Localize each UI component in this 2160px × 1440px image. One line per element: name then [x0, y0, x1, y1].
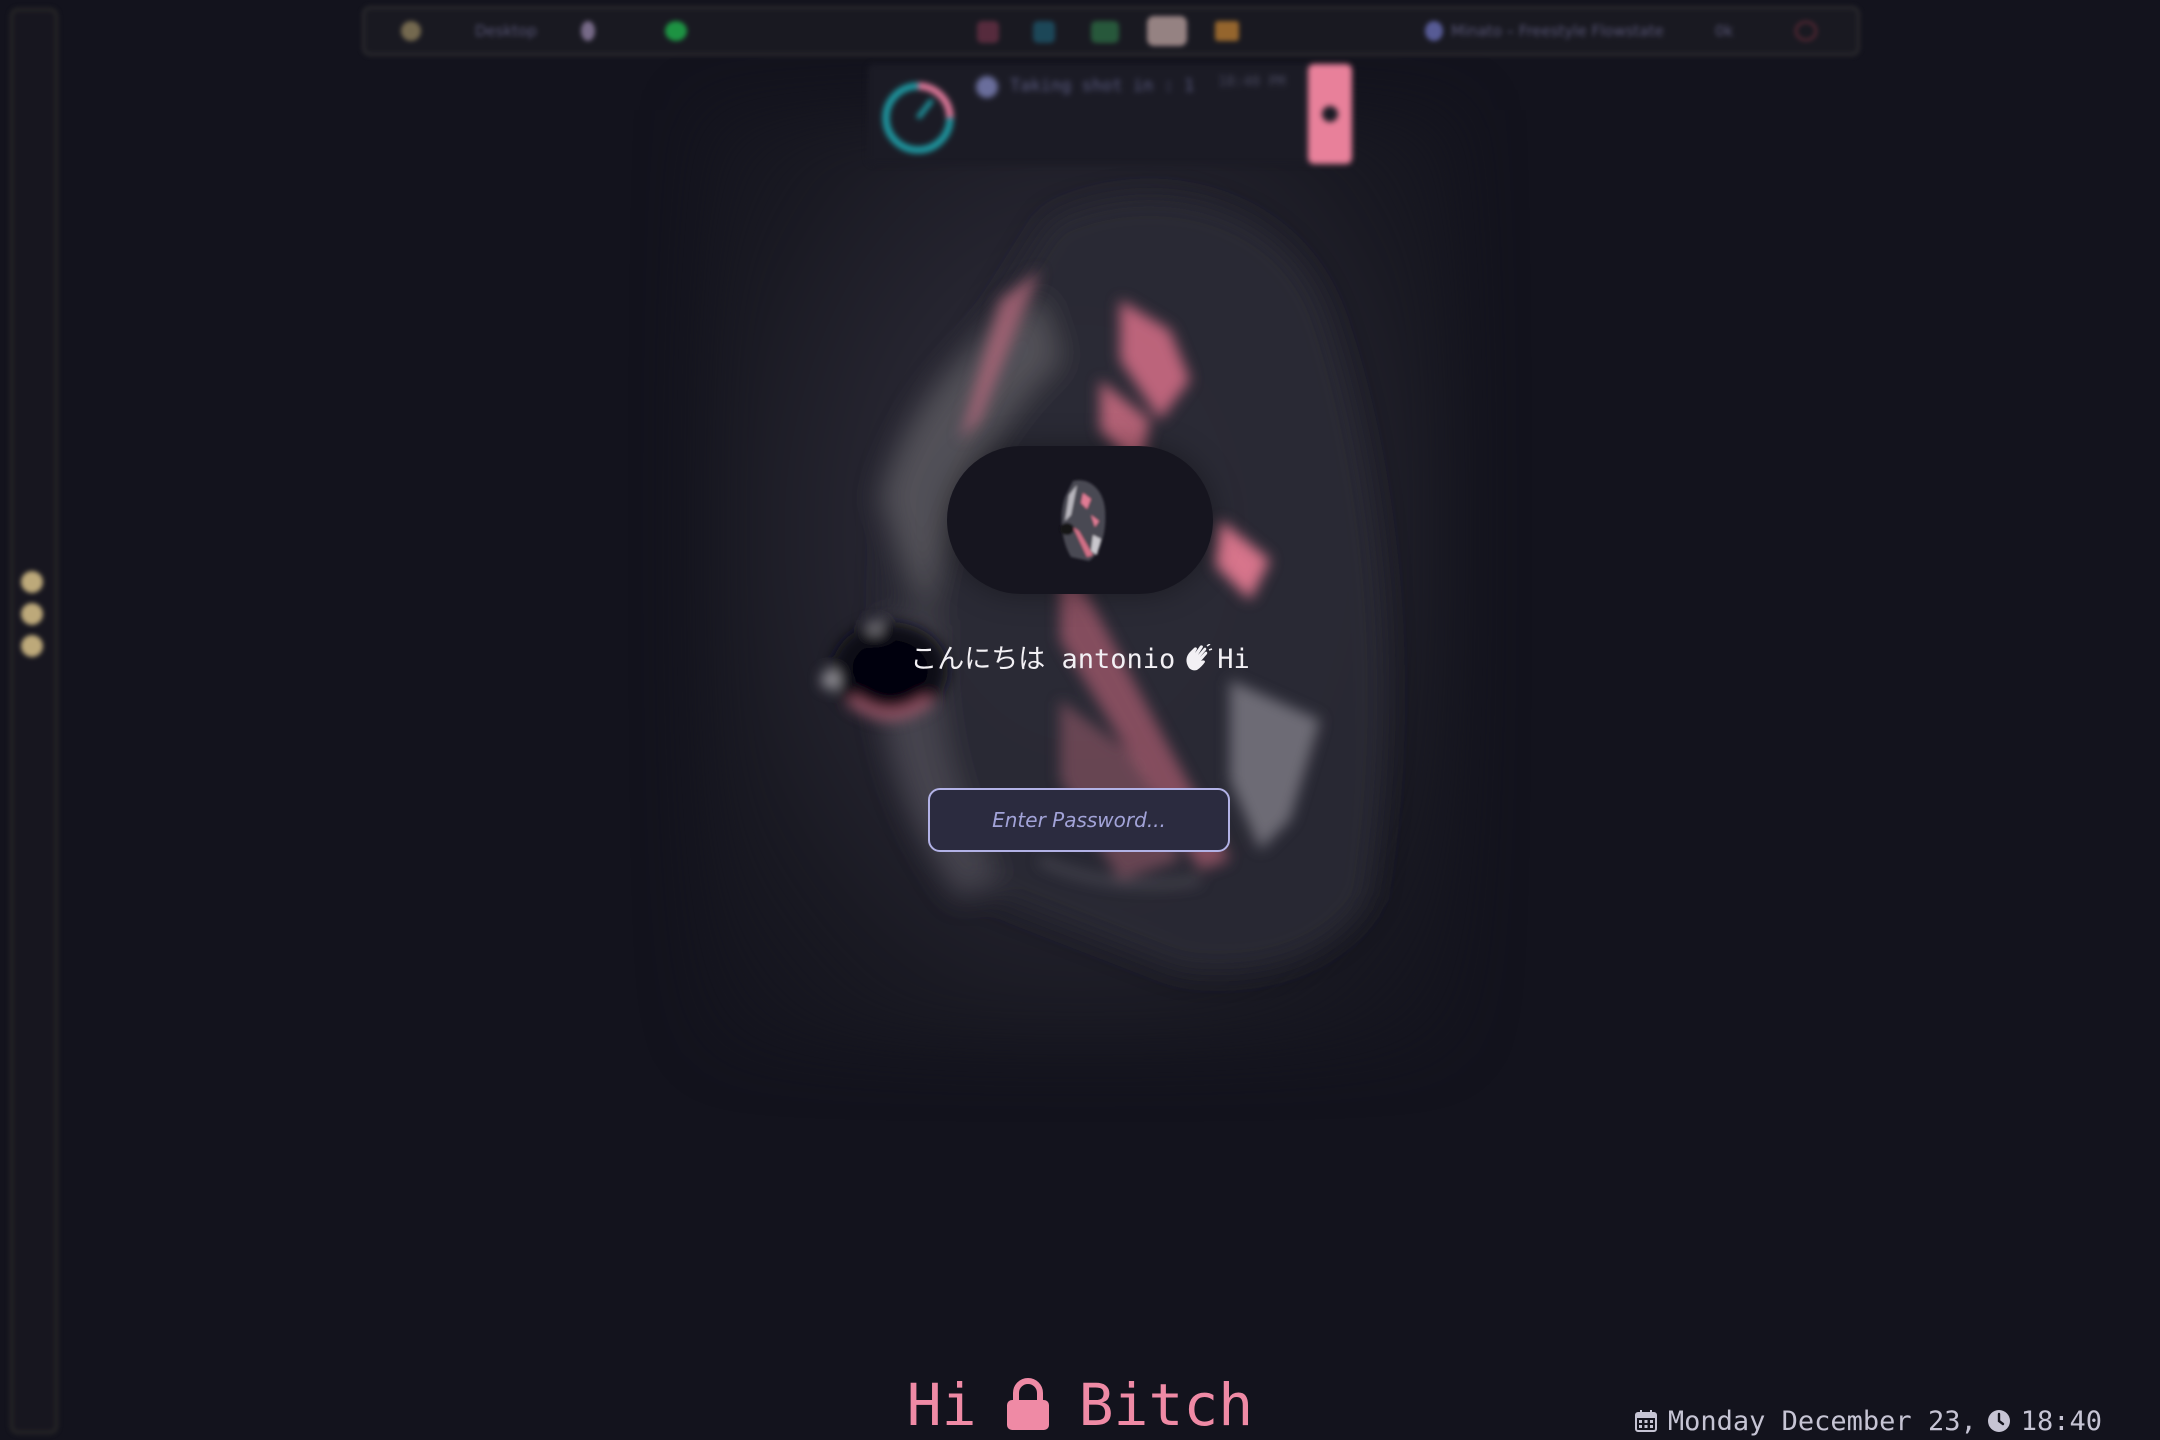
wallpaper: Desktop Minato – Freestyle Flowstate 0k …	[0, 0, 2160, 1440]
background-side-bar	[10, 8, 58, 1434]
launcher-icon	[401, 21, 421, 41]
app-icon-3	[1091, 21, 1119, 43]
avatar	[947, 446, 1213, 594]
timer-icon	[882, 82, 954, 154]
tray-dot-2	[21, 603, 43, 625]
notification-text: Taking shot in : 1	[1010, 76, 1195, 96]
workspace-label: Desktop	[475, 22, 537, 40]
wallpaper-art	[822, 196, 1387, 973]
clock-icon	[1987, 1410, 2010, 1432]
spotify-icon	[665, 21, 687, 41]
notification-close-button	[1308, 64, 1352, 164]
background-top-bar: Desktop Minato – Freestyle Flowstate 0k	[362, 6, 1860, 56]
media-label: Minato – Freestyle Flowstate	[1451, 22, 1664, 40]
tray-dot-3	[21, 635, 43, 657]
heart-icon	[581, 21, 595, 41]
title-right: Bitch	[1078, 1371, 1254, 1439]
date-label: Monday December 23,	[1667, 1405, 1977, 1437]
greeting-text: こんにちは antonio	[910, 644, 1176, 675]
power-icon	[1795, 21, 1817, 41]
tray-dot-1	[21, 571, 43, 593]
stats-label: 0k	[1715, 22, 1734, 40]
date-time: Monday December 23, 18:40	[1634, 1404, 2102, 1438]
title-left: Hi	[906, 1371, 977, 1439]
app-icon-2	[1033, 21, 1055, 43]
calendar-icon	[1634, 1410, 1657, 1432]
greeting-suffix: Hi	[1217, 644, 1250, 675]
media-icon	[1425, 21, 1443, 41]
waving-hand-icon	[1186, 644, 1213, 671]
avatar-image	[1060, 480, 1106, 561]
folder-icon	[1215, 21, 1239, 41]
app-icon-4	[1147, 16, 1187, 46]
lock-icon	[1006, 1378, 1049, 1430]
time-label: 18:40	[2020, 1405, 2102, 1437]
lockscreen-title: Hi Bitch	[880, 1370, 1280, 1440]
notification-app-icon	[976, 76, 998, 98]
background-notification: Taking shot in : 1 18:40 PM	[868, 64, 1352, 164]
app-icon-1	[977, 21, 999, 43]
notification-time: 18:40 PM	[1218, 74, 1286, 90]
password-input[interactable]	[928, 788, 1230, 852]
greeting: こんにちは antonio Hi	[780, 640, 1380, 680]
